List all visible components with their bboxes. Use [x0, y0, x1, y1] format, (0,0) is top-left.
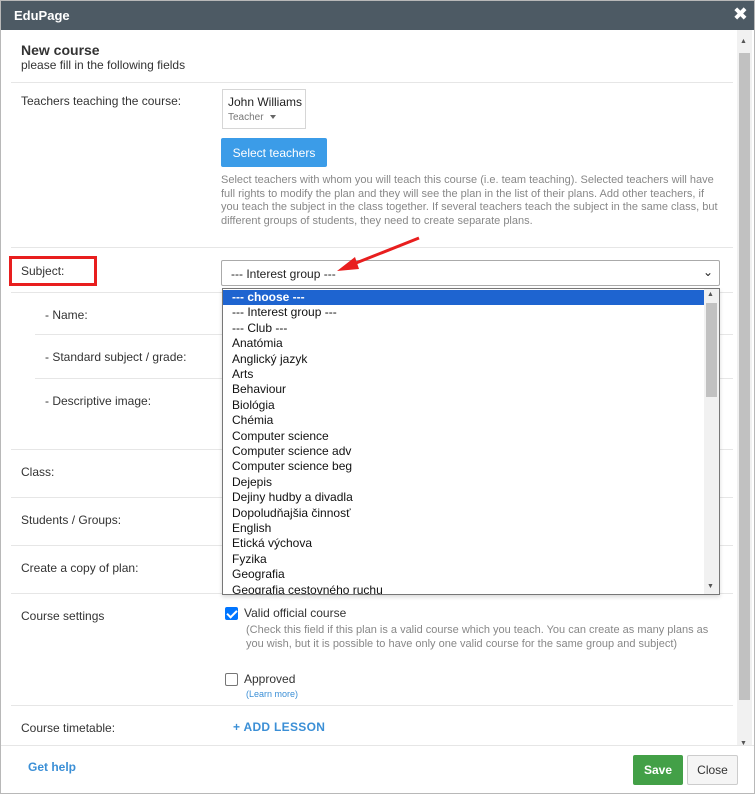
subject-option[interactable]: English [223, 521, 705, 536]
approved-checkbox[interactable] [225, 673, 238, 686]
teacher-role-dropdown[interactable]: Teacher [228, 112, 276, 123]
caret-down-icon [269, 115, 276, 120]
scroll-up-icon[interactable]: ▲ [740, 38, 747, 45]
teachers-help-text: Select teachers with whom you will teach… [221, 174, 718, 227]
teacher-name: John Williams [228, 95, 303, 109]
subject-option[interactable]: Computer science beg [223, 459, 705, 474]
subject-select[interactable]: --- Interest group --- ⌄ [221, 260, 720, 286]
approved-label: Approved [244, 672, 296, 686]
scroll-up-icon[interactable]: ▲ [707, 291, 714, 298]
scroll-down-icon[interactable]: ▼ [707, 583, 714, 590]
dropdown-scrollbar[interactable]: ▲ ▼ [704, 289, 719, 594]
students-groups-label: Students / Groups: [21, 513, 122, 527]
subject-option[interactable]: Dopoludňajšia činnosť [223, 506, 705, 521]
learn-more-link[interactable]: (Learn more) [246, 689, 298, 699]
name-label: - Name: [45, 308, 88, 322]
standard-subject-label: - Standard subject / grade: [45, 350, 187, 364]
get-help-link[interactable]: Get help [28, 760, 76, 774]
subject-option[interactable]: --- Club --- [223, 321, 705, 336]
create-copy-label: Create a copy of plan: [21, 561, 139, 575]
subject-option[interactable]: --- Interest group --- [223, 305, 705, 320]
subject-option[interactable]: Geografia cestovného ruchu [223, 583, 705, 594]
dialog-scrollbar[interactable]: ▲ ▼ [737, 30, 752, 749]
page-subtitle: please fill in the following fields [21, 58, 186, 72]
add-lesson-button[interactable]: + ADD LESSON [233, 720, 325, 734]
subject-option[interactable]: Biológia [223, 398, 705, 413]
subject-option[interactable]: Computer science adv [223, 444, 705, 459]
new-course-dialog: EduPage ✖ New course please fill in the … [0, 0, 755, 794]
subject-option[interactable]: Chémia [223, 413, 705, 428]
subject-option[interactable]: Etická výchova [223, 536, 705, 551]
save-button[interactable]: Save [633, 755, 683, 785]
divider [11, 82, 733, 83]
title-bar: EduPage ✖ [1, 1, 754, 30]
course-settings-label: Course settings [21, 609, 105, 623]
page-title: New course [21, 42, 100, 58]
subject-selected-value: --- Interest group --- [231, 267, 336, 281]
teachers-label: Teachers teaching the course: [21, 94, 182, 108]
subject-option[interactable]: --- choose --- [223, 290, 705, 306]
valid-course-checkbox[interactable] [225, 607, 238, 620]
subject-dropdown-list[interactable]: --- choose --- --- Interest group --- --… [222, 288, 720, 595]
subject-option[interactable]: Computer science [223, 429, 705, 444]
close-button[interactable]: Close [687, 755, 738, 785]
dialog-footer: Get help Save Close [1, 745, 754, 793]
valid-course-label: Valid official course [244, 606, 347, 620]
teacher-card[interactable]: John Williams Teacher [222, 89, 306, 129]
descriptive-image-label: - Descriptive image: [45, 394, 152, 408]
select-teachers-button[interactable]: Select teachers [221, 138, 327, 167]
red-arrow-annotation [337, 236, 420, 271]
subject-option[interactable]: Dejepis [223, 475, 705, 490]
subject-option[interactable]: Anglický jazyk [223, 352, 705, 367]
teacher-role: Teacher [228, 112, 264, 123]
dialog-content: New course please fill in the following … [1, 30, 737, 745]
subject-option[interactable]: Fyzika [223, 552, 705, 567]
chevron-down-icon: ⌄ [702, 265, 713, 279]
window-title: EduPage [14, 8, 70, 23]
subject-label: Subject: [21, 264, 65, 278]
subject-option[interactable]: Anatómia [223, 336, 705, 351]
valid-course-note: (Check this field if this plan is a vali… [246, 624, 709, 650]
subject-option[interactable]: Arts [223, 367, 705, 382]
close-icon[interactable]: ✖ [733, 4, 748, 25]
subject-option[interactable]: Dejiny hudby a divadla [223, 490, 705, 505]
subject-option[interactable]: Behaviour [223, 382, 705, 397]
divider [11, 705, 733, 706]
dialog-scroll-thumb[interactable] [739, 53, 750, 700]
class-label: Class: [21, 465, 55, 479]
dropdown-scroll-thumb[interactable] [706, 303, 717, 397]
subject-option[interactable]: Geografia [223, 567, 705, 582]
course-timetable-label: Course timetable: [21, 721, 116, 735]
